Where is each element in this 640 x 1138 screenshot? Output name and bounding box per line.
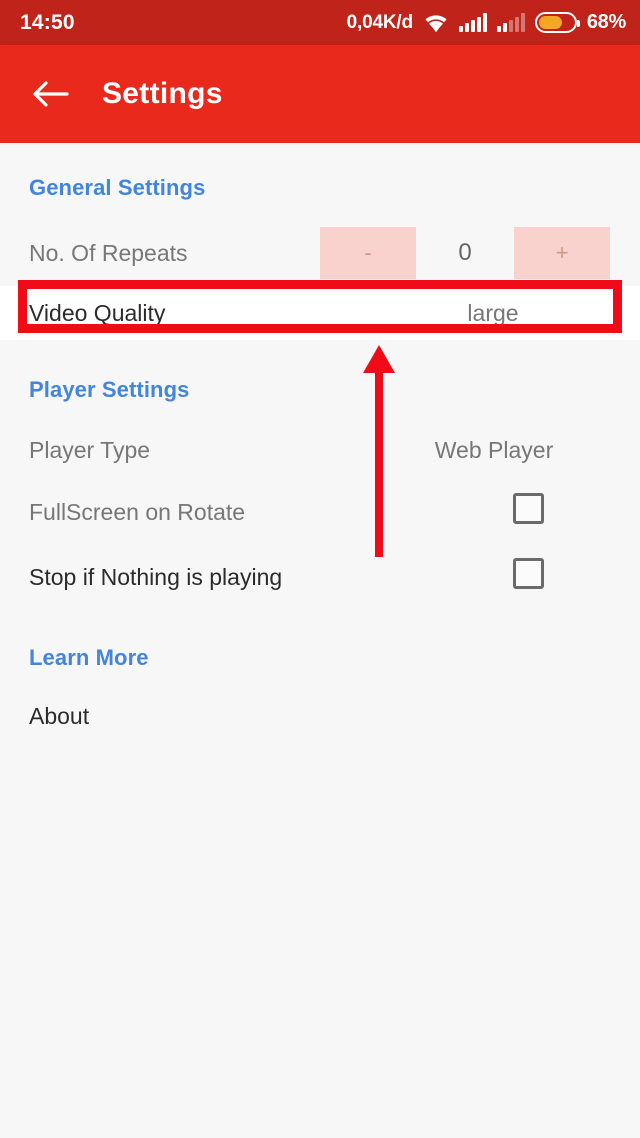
section-header-learn-more: Learn More: [29, 645, 149, 670]
video-quality-label: Video Quality: [29, 299, 166, 326]
repeats-decrement-button[interactable]: -: [320, 227, 416, 279]
app-bar: Settings: [0, 45, 640, 143]
signal-bars-full-icon: [458, 13, 487, 32]
row-player-type[interactable]: Player Type Web Player: [0, 424, 640, 476]
battery-percent-label: 68%: [586, 11, 626, 33]
player-type-value: Web Player: [434, 436, 554, 463]
player-type-label: Player Type: [29, 436, 151, 463]
section-header-general: General Settings: [29, 175, 206, 200]
page-title: Settings: [102, 77, 223, 110]
row-video-quality[interactable]: Video Quality large: [0, 286, 640, 340]
row-about[interactable]: About: [0, 691, 640, 741]
data-rate-label: 0,04K/d: [346, 11, 413, 33]
stop-if-nothing-playing-label: Stop if Nothing is playing: [29, 563, 283, 590]
battery-fill: [538, 16, 562, 29]
status-icons: 0,04K/d 68%: [347, 11, 626, 34]
repeats-increment-button[interactable]: +: [514, 227, 610, 279]
back-arrow-icon[interactable]: [32, 75, 70, 113]
status-clock: 14:50: [20, 10, 75, 34]
about-label: About: [29, 702, 90, 729]
row-fullscreen-on-rotate[interactable]: FullScreen on Rotate: [0, 487, 640, 537]
no-of-repeats-label: No. Of Repeats: [29, 239, 188, 266]
signal-bars-partial-icon: [496, 13, 525, 32]
row-stop-if-nothing-playing[interactable]: Stop if Nothing is playing: [0, 552, 640, 602]
stop-if-nothing-playing-checkbox[interactable]: [513, 558, 544, 589]
battery-icon: [534, 12, 580, 33]
status-bar: 14:50 0,04K/d 68%: [0, 0, 640, 45]
fullscreen-on-rotate-checkbox[interactable]: [513, 493, 544, 524]
fullscreen-on-rotate-label: FullScreen on Rotate: [29, 498, 246, 525]
settings-content: General Settings No. Of Repeats - 0 + Vi…: [0, 143, 640, 1138]
wifi-icon: [423, 13, 449, 33]
row-no-of-repeats[interactable]: No. Of Repeats - 0 +: [0, 223, 640, 283]
section-header-player: Player Settings: [29, 377, 190, 402]
settings-screen: 14:50 0,04K/d 68% Settings General Setti…: [0, 0, 640, 1138]
video-quality-value: large: [467, 299, 519, 326]
repeats-value: 0: [458, 239, 472, 266]
